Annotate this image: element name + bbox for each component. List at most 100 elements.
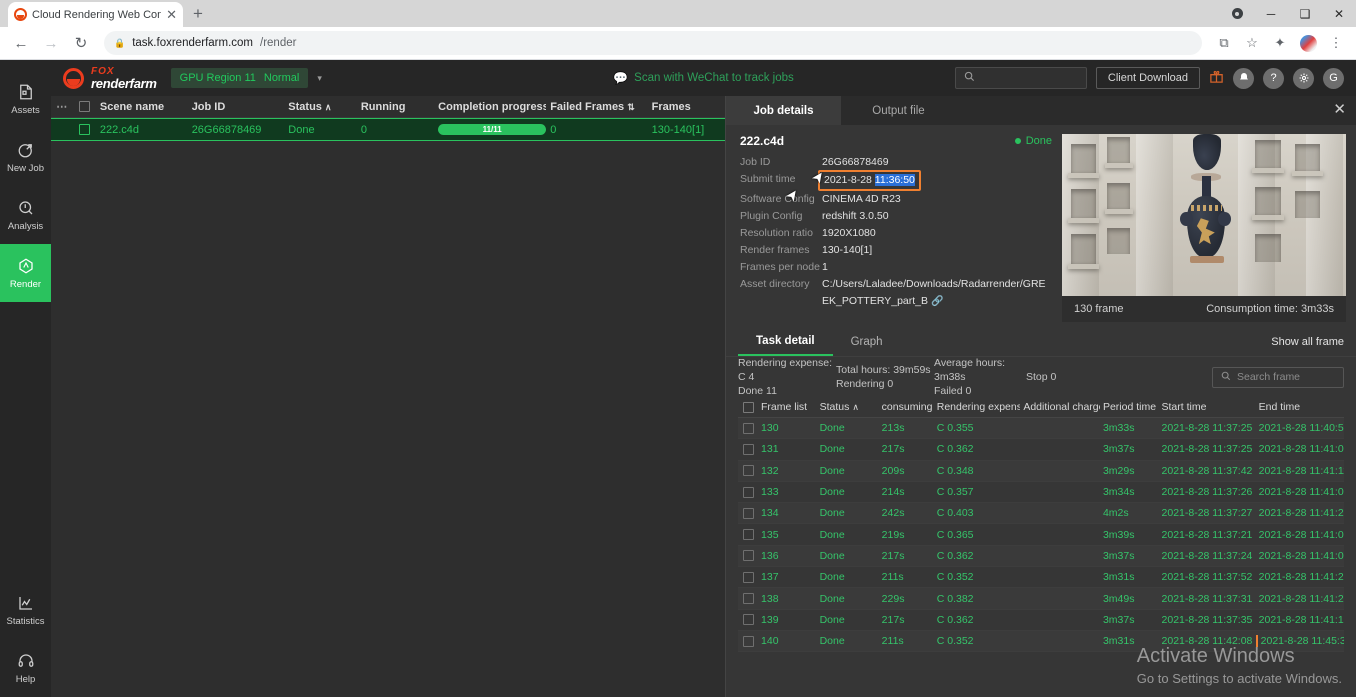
cell-consuming: 229s <box>881 592 905 605</box>
search-frame-input[interactable]: Search frame <box>1212 366 1344 388</box>
sidebar-item-label: Assets <box>11 105 40 116</box>
column-frame-list[interactable]: Frame list <box>758 401 817 413</box>
close-panel-icon[interactable]: ✕ <box>1333 102 1346 117</box>
row-checkbox[interactable] <box>738 486 758 498</box>
select-all-checkbox[interactable] <box>72 101 95 112</box>
column-frames[interactable]: Frames <box>648 101 725 113</box>
column-job-id[interactable]: Job ID <box>188 101 285 113</box>
close-icon[interactable]: ✕ <box>166 8 177 21</box>
address-bar[interactable]: 🔒 task.foxrenderfarm.com/render <box>104 31 1202 55</box>
foxrenderfarm-logo-icon <box>63 67 84 89</box>
table-row[interactable]: 134 Done 242s C 0.403 4m2s 2021-8-28 11:37:27… <box>738 503 1344 525</box>
notifications-bell-icon[interactable] <box>1233 67 1254 89</box>
row-checkbox[interactable] <box>738 571 758 583</box>
table-row[interactable]: 138 Done 229s C 0.382 3m49s 2021-8-28 11:37:3… <box>738 588 1344 610</box>
help-icon[interactable]: ? <box>1263 67 1284 89</box>
browser-menu-icon[interactable]: ⋮ <box>1324 31 1348 55</box>
column-running[interactable]: Running <box>357 101 434 113</box>
gpu-region-selector[interactable]: GPU Region 11 Normal <box>170 68 309 88</box>
url-host: task.foxrenderfarm.com <box>132 37 254 49</box>
column-start-time[interactable]: Start time <box>1159 401 1256 413</box>
frame-select-all-checkbox[interactable] <box>738 401 758 413</box>
cell-start-time: 2021-8-28 11:37:42 <box>1161 464 1253 477</box>
cell-expense: C 0.365 <box>936 528 974 541</box>
sidebar-item-assets[interactable]: Assets <box>0 70 51 128</box>
column-failed-frames[interactable]: Failed Frames ⇅ <box>546 101 647 113</box>
sidebar-item-help[interactable]: Help <box>0 639 51 697</box>
table-row[interactable]: 139 Done 217s C 0.362 3m37s 2021-8-28 11:37:3… <box>738 610 1344 631</box>
profile-avatar-icon[interactable] <box>1296 31 1320 55</box>
gear-icon[interactable] <box>1293 67 1314 89</box>
column-status[interactable]: Status ∧ <box>284 101 357 113</box>
table-row[interactable]: 140 Done 211s C 0.352 3m31s 2021-8-28 11:42:0… <box>738 630 1344 653</box>
cell-start-time: 2021-8-28 11:37:27 <box>1161 507 1253 520</box>
show-all-frame-link[interactable]: Show all frame <box>1271 328 1344 356</box>
minimize-button[interactable]: ─ <box>1254 0 1288 27</box>
cell-end-time: 2021-8-28 11:41:00 <box>1258 528 1344 541</box>
statistics-icon <box>16 593 36 613</box>
content-body: ⋯ Scene name Job ID Status ∧ Running Comp… <box>51 96 1356 697</box>
table-row[interactable]: 135 Done 219s C 0.365 3m39s 2021-8-28 11:37:2… <box>738 524 1344 546</box>
maximize-button[interactable]: ❑ <box>1288 0 1322 27</box>
browser-tab[interactable]: Cloud Rendering Web Console - ✕ <box>8 2 183 27</box>
row-checkbox[interactable] <box>738 507 758 519</box>
preview-image[interactable] <box>1062 134 1346 296</box>
column-completion-progress[interactable]: Completion progress <box>434 101 546 113</box>
table-row[interactable]: 130 Done 213s C 0.355 3m33s 2021-8-28 11:37:2… <box>738 418 1344 440</box>
table-row[interactable]: 133 Done 214s C 0.357 3m34s 2021-8-28 11:37:2… <box>738 482 1344 504</box>
row-checkbox[interactable] <box>72 124 95 135</box>
row-checkbox[interactable] <box>738 465 758 477</box>
column-options-icon[interactable]: ⋯ <box>51 100 72 113</box>
client-download-button[interactable]: Client Download <box>1095 67 1200 89</box>
column-end-time[interactable]: End time <box>1256 401 1344 413</box>
link-icon[interactable]: 🔗 <box>931 296 943 307</box>
sidebar-item-render[interactable]: Render <box>0 244 51 302</box>
gift-icon[interactable] <box>1209 69 1224 87</box>
cell-status: Done <box>288 123 315 136</box>
row-checkbox[interactable] <box>738 635 758 647</box>
table-row[interactable]: 137 Done 211s C 0.352 3m31s 2021-8-28 11:37:5… <box>738 567 1344 589</box>
stat-total-hours: Total hours: 39m59s Rendering 0 <box>836 363 934 391</box>
row-checkbox[interactable] <box>738 422 758 434</box>
column-period-time[interactable]: Period time <box>1100 401 1159 413</box>
back-icon[interactable]: ← <box>8 30 34 56</box>
new-tab-button[interactable]: + <box>193 4 203 24</box>
reload-icon[interactable]: ↻ <box>68 30 94 56</box>
brand-logo[interactable]: FOX renderfarm <box>63 66 157 90</box>
tab-graph[interactable]: Graph <box>833 328 901 356</box>
window-close-button[interactable]: ✕ <box>1322 0 1356 27</box>
table-row[interactable]: 136 Done 217s C 0.362 3m37s 2021-8-28 11:37:2… <box>738 545 1344 568</box>
column-rendering-expense[interactable]: Rendering expense <box>934 401 1021 413</box>
table-row[interactable]: 132 Done 209s C 0.348 3m29s 2021-8-28 11:37:4… <box>738 460 1344 482</box>
sidebar-item-new-job[interactable]: New Job <box>0 128 51 186</box>
row-checkbox[interactable] <box>738 443 758 455</box>
tab-output-file[interactable]: Output file <box>841 96 956 125</box>
column-scene-name[interactable]: Scene name <box>96 101 188 113</box>
row-checkbox[interactable] <box>738 550 758 562</box>
column-consuming[interactable]: consuming <box>879 401 934 413</box>
sidebar-item-statistics[interactable]: Statistics <box>0 581 51 639</box>
user-avatar[interactable]: G <box>1323 67 1344 89</box>
field-value: CINEMA 4D R23 <box>822 193 901 205</box>
row-checkbox[interactable] <box>738 593 758 605</box>
global-search-input[interactable] <box>954 67 1087 89</box>
column-frame-status[interactable]: Status ∧ <box>817 401 879 413</box>
tab-task-detail[interactable]: Task detail <box>738 328 833 356</box>
bookmark-star-icon[interactable]: ☆ <box>1240 31 1264 55</box>
table-row[interactable]: 222.c4d 26G66878469 Done 0 11/11 0 130-1… <box>51 118 725 141</box>
cell-frame: 130 <box>761 422 779 435</box>
table-row[interactable]: 131 Done 217s C 0.362 3m37s 2021-8-28 11:37:2… <box>738 439 1344 461</box>
record-dot-icon[interactable] <box>1220 0 1254 27</box>
sort-ascending-icon: ∧ <box>852 402 859 412</box>
extensions-icon[interactable]: ✦ <box>1268 31 1292 55</box>
tab-job-details[interactable]: Job details <box>726 96 841 125</box>
row-checkbox[interactable] <box>738 614 758 626</box>
column-additional-charges[interactable]: Additional charges <box>1020 401 1100 413</box>
field-job-id: Job ID 26G66878469 <box>740 154 1052 171</box>
sidebar-item-analysis[interactable]: Analysis <box>0 186 51 244</box>
row-checkbox[interactable] <box>738 529 758 541</box>
details-tabs: Job details Output file ✕ <box>726 96 1356 125</box>
chevron-down-icon[interactable]: ▾ <box>317 73 322 84</box>
wechat-track-jobs[interactable]: 💬 Scan with WeChat to track jobs <box>613 71 794 85</box>
cast-icon[interactable]: ⧉ <box>1212 31 1236 55</box>
